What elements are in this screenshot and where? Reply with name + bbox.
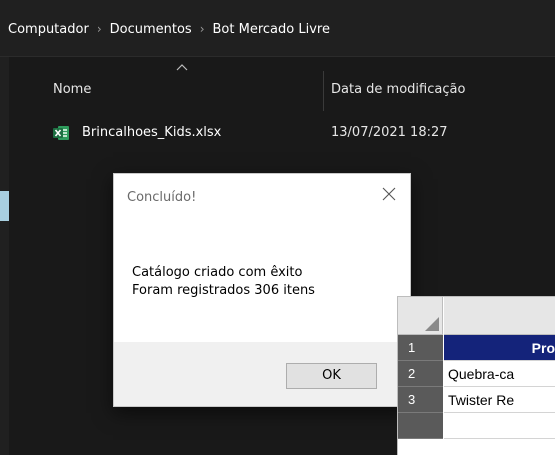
dialog-message: Catálogo criado com êxito Foram registra…	[132, 264, 315, 300]
select-all-corner[interactable]	[398, 297, 443, 335]
file-name: Brincalhoes_Kids.xlsx	[82, 125, 222, 140]
breadcrumb-bot-mercado-livre[interactable]: Bot Mercado Livre	[213, 22, 330, 37]
ok-button[interactable]: OK	[286, 363, 377, 389]
spreadsheet: 1 Pro 2 Quebra-ca 3 Twister Re	[397, 296, 555, 455]
column-header-a[interactable]	[444, 297, 555, 335]
dialog-message-line2: Foram registrados 306 itens	[132, 283, 315, 298]
dialog-footer: OK	[114, 342, 410, 406]
table-cell-partial[interactable]	[444, 413, 555, 439]
chevron-right-icon: ›	[199, 22, 205, 36]
file-row[interactable]: Brincalhoes_Kids.xlsx 13/07/2021 18:27	[9, 120, 555, 146]
close-icon[interactable]	[380, 185, 398, 203]
chevron-right-icon: ›	[96, 22, 102, 36]
row-number[interactable]: 3	[398, 387, 443, 413]
dialog-message-line1: Catálogo criado com êxito	[132, 265, 303, 280]
row-number[interactable]: 1	[398, 335, 443, 361]
navigation-pane[interactable]	[0, 57, 9, 455]
row-number-partial[interactable]	[398, 413, 443, 439]
column-header-name[interactable]: Nome	[53, 82, 91, 97]
address-bar: Computador › Documentos › Bot Mercado Livre	[0, 0, 555, 57]
breadcrumb-documentos[interactable]: Documentos	[110, 22, 192, 37]
message-dialog: Concluído! Catálogo criado com êxito For…	[113, 173, 411, 407]
table-header-cell[interactable]: Pro	[444, 335, 555, 361]
table-cell[interactable]: Quebra-ca	[444, 361, 555, 387]
nav-selected-item[interactable]	[0, 191, 9, 221]
column-headers: Nome Data de modificação	[9, 57, 555, 117]
row-number[interactable]: 2	[398, 361, 443, 387]
breadcrumb: Computador › Documentos › Bot Mercado Livre	[8, 22, 330, 37]
sort-ascending-icon	[176, 64, 188, 71]
dialog-title: Concluído!	[127, 190, 197, 205]
column-divider[interactable]	[323, 71, 324, 111]
excel-file-icon	[53, 126, 69, 140]
table-cell[interactable]: Twister Re	[444, 387, 555, 413]
file-date: 13/07/2021 18:27	[331, 125, 448, 140]
select-all-triangle-icon	[425, 317, 439, 331]
breadcrumb-computador[interactable]: Computador	[8, 22, 89, 37]
column-header-date[interactable]: Data de modificação	[331, 82, 465, 97]
